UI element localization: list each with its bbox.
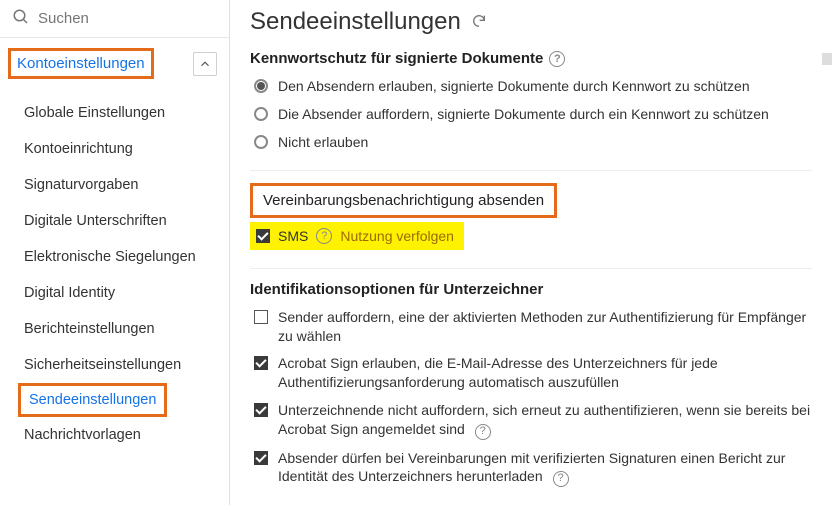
track-usage-link[interactable]: Nutzung verfolgen xyxy=(340,228,454,244)
sidebar-item-digital-identity[interactable]: Digital Identity xyxy=(0,275,229,311)
radio-icon xyxy=(254,79,268,93)
section-signer-identification: Identifikationsoptionen für Unterzeichne… xyxy=(250,281,812,487)
check-label: Absender dürfen bei Vereinbarungen mit v… xyxy=(278,449,812,487)
check-label: Unterzeichnende nicht auffordern, sich e… xyxy=(278,401,812,439)
refresh-icon[interactable] xyxy=(471,8,487,36)
check-label: Acrobat Sign erlauben, die E-Mail-Adress… xyxy=(278,354,812,392)
divider xyxy=(250,268,812,269)
radio-label: Den Absendern erlauben, signierte Dokume… xyxy=(278,77,750,96)
collapse-toggle[interactable] xyxy=(193,52,217,76)
check-label-text: Unterzeichnende nicht auffordern, sich e… xyxy=(278,402,810,437)
radio-label: Nicht erlauben xyxy=(278,133,368,152)
page-title: Sendeeinstellungen xyxy=(250,8,812,36)
sidebar: Kontoeinstellungen Globale Einstellungen… xyxy=(0,0,230,505)
radio-icon xyxy=(254,135,268,149)
check-option-require-method[interactable]: Sender auffordern, eine der aktivierten … xyxy=(250,308,812,346)
check-label-text: Absender dürfen bei Vereinbarungen mit v… xyxy=(278,450,785,485)
sidebar-item-signature-defaults[interactable]: Signaturvorgaben xyxy=(0,167,229,203)
radio-label: Die Absender auffordern, signierte Dokum… xyxy=(278,105,769,124)
section-title-text: Vereinbarungsbenachrichtigung absenden xyxy=(263,192,544,209)
checkbox-icon xyxy=(254,451,268,465)
check-label: Sender auffordern, eine der aktivierten … xyxy=(278,308,812,346)
check-list-signer-id: Sender auffordern, eine der aktivierten … xyxy=(250,308,812,487)
search-icon xyxy=(12,8,30,29)
check-option-download-identity-report[interactable]: Absender dürfen bei Vereinbarungen mit v… xyxy=(250,449,812,487)
section-title-signer-id: Identifikationsoptionen für Unterzeichne… xyxy=(250,281,812,298)
search-input[interactable] xyxy=(38,10,217,27)
page-title-text: Sendeeinstellungen xyxy=(250,8,461,36)
help-icon[interactable]: ? xyxy=(553,471,569,487)
section-title-agreement-notification: Vereinbarungsbenachrichtigung absenden xyxy=(250,183,557,218)
main-content: Sendeeinstellungen Kennwortschutz für si… xyxy=(230,0,832,505)
help-icon[interactable]: ? xyxy=(316,228,332,244)
sms-highlight-strip: SMS ? Nutzung verfolgen xyxy=(250,222,464,250)
radio-option-require[interactable]: Die Absender auffordern, signierte Dokum… xyxy=(250,105,812,124)
section-header-label: Kontoeinstellungen xyxy=(17,55,145,72)
radio-option-allow[interactable]: Den Absendern erlauben, signierte Dokume… xyxy=(250,77,812,96)
sms-label: SMS xyxy=(278,228,308,244)
section-header-highlight: Kontoeinstellungen xyxy=(8,48,154,79)
sidebar-item-message-templates[interactable]: Nachrichtvorlagen xyxy=(0,417,229,453)
radio-option-deny[interactable]: Nicht erlauben xyxy=(250,133,812,152)
sidebar-item-electronic-seals[interactable]: Elektronische Siegelungen xyxy=(0,239,229,275)
search-row xyxy=(0,0,229,38)
check-option-autofill-email[interactable]: Acrobat Sign erlauben, die E-Mail-Adress… xyxy=(250,354,812,392)
radio-list-password: Den Absendern erlauben, signierte Dokume… xyxy=(250,77,812,152)
sidebar-item-report-settings[interactable]: Berichteinstellungen xyxy=(0,311,229,347)
nav-list: Globale Einstellungen Kontoeinrichtung S… xyxy=(0,89,229,459)
checkbox-icon xyxy=(254,403,268,417)
sidebar-item-digital-signatures[interactable]: Digitale Unterschriften xyxy=(0,203,229,239)
help-icon[interactable]: ? xyxy=(475,424,491,440)
sidebar-item-account-setup[interactable]: Kontoeinrichtung xyxy=(0,131,229,167)
section-title-text: Identifikationsoptionen für Unterzeichne… xyxy=(250,281,543,298)
section-title-text: Kennwortschutz für signierte Dokumente xyxy=(250,50,543,67)
divider xyxy=(250,170,812,171)
help-icon[interactable]: ? xyxy=(549,51,565,67)
radio-icon xyxy=(254,107,268,121)
scrollbar-marker[interactable] xyxy=(822,53,832,65)
section-title-password: Kennwortschutz für signierte Dokumente ? xyxy=(250,50,812,67)
section-password-protection: Kennwortschutz für signierte Dokumente ?… xyxy=(250,50,812,152)
checkbox-icon xyxy=(254,356,268,370)
sms-checkbox[interactable] xyxy=(256,229,270,243)
sidebar-item-global[interactable]: Globale Einstellungen xyxy=(0,95,229,131)
sidebar-section-header[interactable]: Kontoeinstellungen xyxy=(0,38,229,89)
sidebar-item-security-settings[interactable]: Sicherheitseinstellungen xyxy=(0,347,229,383)
sidebar-item-send-settings[interactable]: Sendeeinstellungen xyxy=(18,383,167,417)
check-option-skip-reauth[interactable]: Unterzeichnende nicht auffordern, sich e… xyxy=(250,401,812,439)
chevron-up-icon xyxy=(198,57,212,71)
section-agreement-notification: Vereinbarungsbenachrichtigung absenden S… xyxy=(250,183,812,250)
checkbox-icon xyxy=(254,310,268,324)
